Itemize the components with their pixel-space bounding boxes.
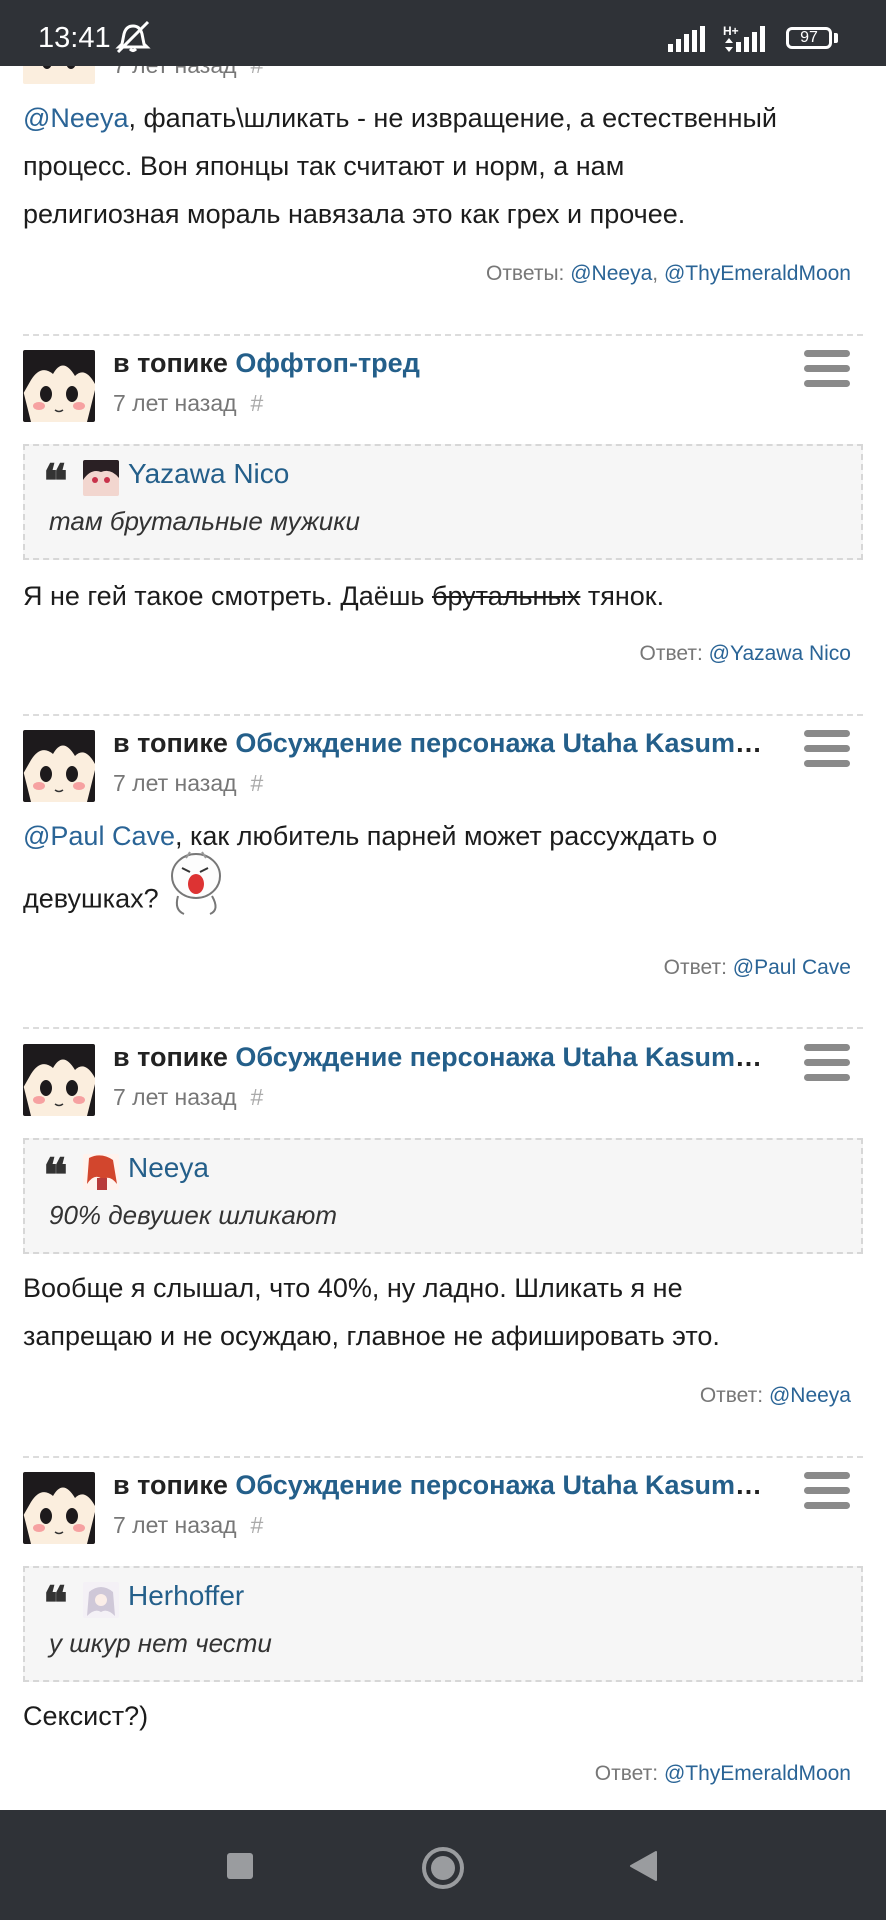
battery-icon: 97 [786, 27, 832, 49]
comment-divider [23, 1456, 863, 1458]
comment-time[interactable]: 7 лет назад# [113, 390, 263, 417]
comment-time[interactable]: 7 лет назад# [113, 1512, 263, 1539]
reply-line: Ответ: @Paul Cave [663, 956, 851, 979]
quote-block: ❝ Yazawa Nico там брутальные мужики [23, 444, 863, 560]
topic-link[interactable]: Обсуждение персонажа Utaha Kasumigaoka [235, 1470, 763, 1500]
comment-time[interactable]: 7 лет назад# [113, 1084, 263, 1111]
comment-time[interactable]: 7 лет назад# [113, 770, 263, 797]
comment-body: Я не гей такое смотреть. Даёшь брутальны… [23, 581, 665, 611]
triangle-back-icon[interactable] [628, 1850, 658, 1887]
signal-strength-2-icon [736, 26, 772, 57]
square-recent-apps-icon[interactable] [226, 1852, 254, 1885]
quote-block: ❝ Neeya 90% девушек шликают [23, 1138, 863, 1254]
user-avatar[interactable] [23, 1044, 95, 1116]
user-avatar[interactable] [23, 730, 95, 802]
topic-link[interactable]: Обсуждение персонажа Utaha Kasumigaoka [235, 1042, 763, 1072]
topic-line: в топике Оффтоп-тред [113, 348, 420, 378]
comments-feed: 7 лет назад# @Neeya, фапать\шликать - не… [0, 0, 886, 1810]
comment-menu-button[interactable] [804, 1472, 856, 1512]
data-activity-icon [724, 38, 734, 57]
permalink-hash[interactable]: # [251, 390, 264, 416]
quote-author-link[interactable]: Neeya [128, 1152, 209, 1184]
quote-author-link[interactable]: Yazawa Nico [128, 458, 289, 490]
quote-icon: ❝ [43, 454, 68, 508]
quote-author-avatar[interactable] [83, 1582, 119, 1618]
quote-text: там брутальные мужики [49, 506, 360, 536]
quote-text: 90% девушек шликают [49, 1200, 337, 1230]
comment-menu-button[interactable] [804, 1044, 856, 1084]
comment-divider [23, 714, 863, 716]
laughing-smiley-icon [166, 848, 230, 933]
user-avatar[interactable] [23, 1472, 95, 1544]
comment-menu-button[interactable] [804, 350, 856, 390]
reply-line: Ответ: @Neeya [699, 1384, 851, 1407]
reply-line: Ответ: @ThyEmeraldMoon [594, 1762, 851, 1785]
status-bar: 13:41 H+ 97 [0, 0, 886, 66]
quote-icon: ❝ [43, 1148, 68, 1202]
permalink-hash[interactable]: # [251, 770, 264, 796]
topic-line: в топике Обсуждение персонажа Utaha Kasu… [113, 1042, 763, 1073]
comment-divider [23, 1027, 863, 1029]
mention-link[interactable]: @Neeya [23, 103, 128, 133]
comment-body: @Paul Cave, как любитель парней может ра… [23, 812, 717, 933]
permalink-hash[interactable]: # [251, 1084, 264, 1110]
user-avatar[interactable] [23, 350, 95, 422]
comment-body: @Neeya, фапать\шликать - не извращение, … [23, 103, 777, 229]
comment-menu-button[interactable] [804, 730, 856, 770]
comment-body: Сексист?) [23, 1701, 149, 1731]
quote-author-avatar[interactable] [83, 460, 119, 496]
topic-link[interactable]: Оффтоп-тред [235, 348, 419, 378]
quote-block: ❝ Herhoffer у шкур нет чести [23, 1566, 863, 1682]
reply-link[interactable]: @Paul Cave [733, 956, 851, 979]
topic-link[interactable]: Обсуждение персонажа Utaha Kasumigaoka [235, 728, 763, 758]
comment-divider [23, 334, 863, 336]
quote-text: у шкур нет чести [49, 1628, 272, 1658]
reply-link[interactable]: @ThyEmeraldMoon [664, 262, 851, 285]
permalink-hash[interactable]: # [251, 1512, 264, 1538]
topic-line: в топике Обсуждение персонажа Utaha Kasu… [113, 728, 763, 759]
reply-link[interactable]: @ThyEmeraldMoon [664, 1762, 851, 1785]
system-navigation-bar [0, 1810, 886, 1920]
reply-link[interactable]: @Yazawa Nico [709, 642, 851, 665]
reply-link[interactable]: @Neeya [570, 262, 652, 285]
clock: 13:41 [38, 22, 111, 54]
quote-icon: ❝ [43, 1576, 68, 1630]
signal-strength-icon [668, 26, 710, 57]
circle-home-icon[interactable] [421, 1846, 465, 1895]
reply-line: Ответ: @Yazawa Nico [639, 642, 851, 665]
reply-line: Ответы: @Neeya, @ThyEmeraldMoon [485, 262, 851, 285]
reply-link[interactable]: @Neeya [769, 1384, 851, 1407]
mention-link[interactable]: @Paul Cave [23, 821, 175, 851]
quote-author-link[interactable]: Herhoffer [128, 1580, 244, 1612]
topic-line: в топике Обсуждение персонажа Utaha Kasu… [113, 1470, 763, 1501]
battery-tip [834, 33, 838, 43]
comment-body: Вообще я слышал, что 40%, ну ладно. Шлик… [23, 1273, 720, 1351]
do-not-disturb-icon [114, 20, 152, 54]
quote-author-avatar[interactable] [83, 1154, 119, 1190]
